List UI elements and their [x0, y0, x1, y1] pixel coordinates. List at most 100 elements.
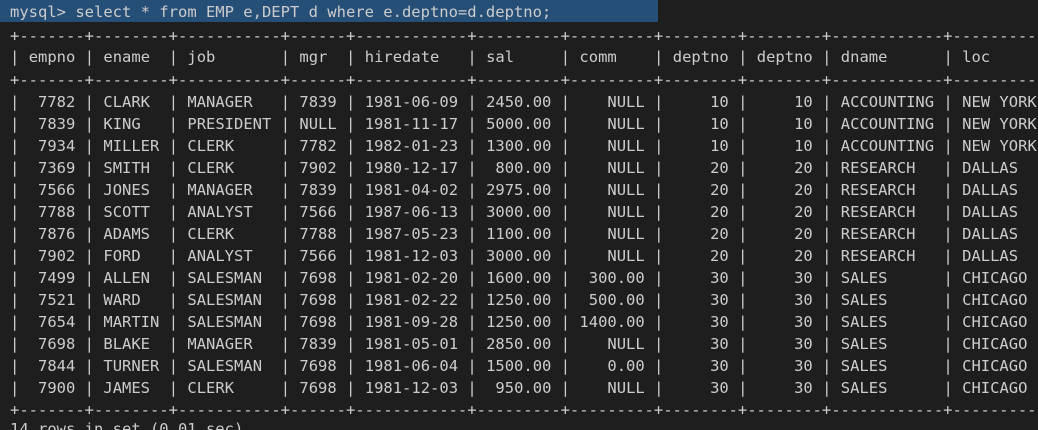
sql-command: select * from EMP e,DEPT d where e.deptn…	[66, 3, 552, 21]
table-cell-comm: 0.00	[607, 357, 645, 375]
table-cell-dname: ACCOUNTING	[840, 115, 935, 133]
table-cell-loc: DALLAS	[962, 181, 1019, 199]
column-header: dname	[840, 48, 888, 66]
table-cell-sal: 1250.00	[486, 313, 552, 331]
table-cell-hiredate: 1981-11-17	[364, 115, 459, 133]
table-cell-hiredate: 1981-02-20	[364, 269, 459, 287]
table-cell-loc: DALLAS	[962, 159, 1019, 177]
table-cell-empno: 7521	[38, 291, 76, 309]
table-cell-deptno: 20	[794, 159, 813, 177]
table-cell-hiredate: 1981-04-02	[364, 181, 459, 199]
table-cell-deptno: 10	[710, 115, 729, 133]
table-cell-ename: MILLER	[103, 137, 160, 155]
table-cell-comm: NULL	[607, 203, 645, 221]
table-cell-empno: 7900	[38, 379, 76, 397]
table-cell-mgr: 7698	[299, 313, 337, 331]
table-cell-deptno: 20	[710, 181, 729, 199]
table-cell-deptno: 20	[794, 225, 813, 243]
table-cell-deptno: 30	[710, 357, 729, 375]
table-cell-empno: 7839	[38, 115, 76, 133]
table-cell-dname: RESEARCH	[840, 159, 916, 177]
table-cell-comm: NULL	[607, 247, 645, 265]
table-cell-mgr: 7788	[299, 225, 337, 243]
table-cell-mgr: 7698	[299, 379, 337, 397]
table-cell-comm: NULL	[607, 335, 645, 353]
table-cell-loc: CHICAGO	[962, 313, 1028, 331]
table-cell-job: ANALYST	[187, 247, 253, 265]
table-cell-deptno: 20	[710, 247, 729, 265]
table-cell-empno: 7654	[38, 313, 76, 331]
table-cell-deptno: 20	[710, 225, 729, 243]
column-header: comm	[579, 48, 617, 66]
table-cell-comm: 300.00	[588, 269, 645, 287]
result-summary: 14 rows in set (0.01 sec)	[10, 420, 244, 430]
table-cell-dname: RESEARCH	[840, 181, 916, 199]
table-cell-comm: 500.00	[588, 291, 645, 309]
table-cell-loc: DALLAS	[962, 247, 1019, 265]
terminal-window[interactable]: mysql> select * from EMP e,DEPT d where …	[0, 0, 1038, 430]
table-cell-deptno: 20	[794, 203, 813, 221]
table-cell-hiredate: 1987-05-23	[364, 225, 459, 243]
table-cell-sal: 1300.00	[486, 137, 552, 155]
table-cell-hiredate: 1981-02-22	[364, 291, 459, 309]
table-cell-dname: SALES	[840, 335, 888, 353]
table-cell-loc: DALLAS	[962, 203, 1019, 221]
table-cell-dname: SALES	[840, 291, 888, 309]
table-cell-job: SALESMAN	[187, 291, 263, 309]
table-cell-empno: 7876	[38, 225, 76, 243]
table-cell-loc: NEW YORK	[962, 115, 1037, 133]
table-cell-deptno: 20	[710, 203, 729, 221]
table-row: | 7654 | MARTIN | SALESMAN | 7698 | 1981…	[10, 313, 1028, 331]
column-header: job	[187, 48, 216, 66]
table-cell-hiredate: 1981-12-03	[364, 379, 459, 397]
column-header: deptno	[672, 48, 729, 66]
table-cell-comm: NULL	[607, 225, 645, 243]
table-border-mid: +-------+--------+-----------+------+---…	[10, 71, 1038, 89]
table-cell-deptno: 30	[794, 313, 813, 331]
table-cell-mgr: 7698	[299, 269, 337, 287]
table-cell-mgr: NULL	[299, 115, 337, 133]
table-cell-empno: 7566	[38, 181, 76, 199]
table-cell-mgr: 7566	[299, 203, 337, 221]
table-cell-ename: WARD	[103, 291, 141, 309]
table-cell-comm: NULL	[607, 379, 645, 397]
table-cell-deptno: 30	[794, 335, 813, 353]
table-border-top: +-------+--------+-----------+------+---…	[10, 27, 1038, 45]
table-cell-deptno: 30	[710, 291, 729, 309]
column-header: deptno	[756, 48, 813, 66]
table-cell-loc: CHICAGO	[962, 335, 1028, 353]
table-cell-ename: BLAKE	[103, 335, 151, 353]
table-cell-sal: 1100.00	[486, 225, 552, 243]
table-cell-comm: NULL	[607, 181, 645, 199]
table-cell-empno: 7698	[38, 335, 76, 353]
table-cell-job: ANALYST	[187, 203, 253, 221]
column-header: empno	[28, 48, 76, 66]
table-row: | 7788 | SCOTT | ANALYST | 7566 | 1987-0…	[10, 203, 1019, 221]
table-cell-ename: JAMES	[103, 379, 151, 397]
table-cell-deptno: 30	[794, 379, 813, 397]
table-cell-deptno: 20	[794, 247, 813, 265]
table-cell-comm: NULL	[607, 159, 645, 177]
table-cell-sal: 2975.00	[486, 181, 552, 199]
table-cell-ename: ALLEN	[103, 269, 151, 287]
table-cell-loc: DALLAS	[962, 225, 1019, 243]
table-cell-empno: 7788	[38, 203, 76, 221]
table-row: | 7782 | CLARK | MANAGER | 7839 | 1981-0…	[10, 93, 1037, 111]
table-cell-deptno: 30	[710, 379, 729, 397]
table-cell-deptno: 30	[710, 313, 729, 331]
table-cell-hiredate: 1981-05-01	[364, 335, 459, 353]
table-cell-job: SALESMAN	[187, 269, 263, 287]
table-cell-ename: TURNER	[103, 357, 160, 375]
column-header: loc	[962, 48, 991, 66]
table-cell-job: CLERK	[187, 137, 235, 155]
table-cell-hiredate: 1981-09-28	[364, 313, 459, 331]
table-cell-dname: SALES	[840, 313, 888, 331]
command-line: mysql> select * from EMP e,DEPT d where …	[10, 1, 551, 23]
table-cell-sal: 1250.00	[486, 291, 552, 309]
table-cell-deptno: 30	[794, 291, 813, 309]
table-cell-loc: CHICAGO	[962, 269, 1028, 287]
table-cell-dname: SALES	[840, 379, 888, 397]
table-cell-loc: CHICAGO	[962, 357, 1028, 375]
table-row: | 7566 | JONES | MANAGER | 7839 | 1981-0…	[10, 181, 1019, 199]
table-cell-deptno: 10	[794, 137, 813, 155]
